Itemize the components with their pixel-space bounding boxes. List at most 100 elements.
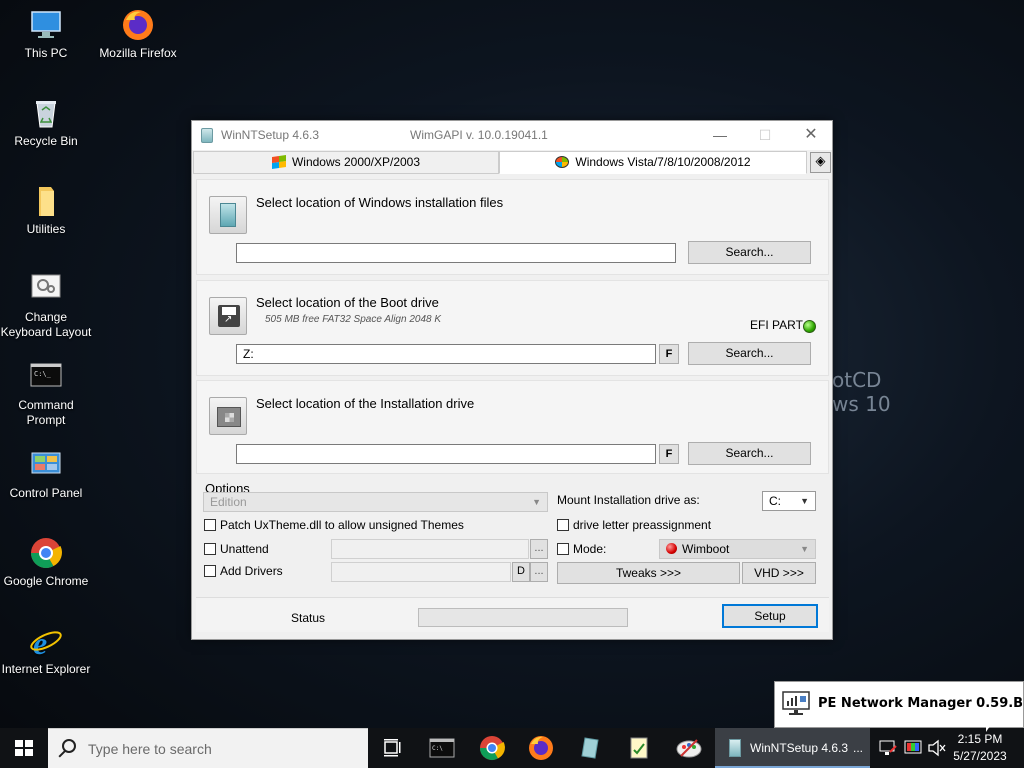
wallpaper-text: otCD ws 10 — [832, 368, 891, 416]
drivers-path-field[interactable] — [331, 562, 511, 582]
taskbar-command-prompt[interactable]: C:\ — [428, 734, 456, 762]
tweaks-button[interactable]: Tweaks >>> — [557, 562, 740, 584]
boot-drive-format-button[interactable]: F — [659, 344, 679, 364]
install-drive-search-button[interactable]: Search... — [688, 442, 811, 465]
taskbar-clock[interactable]: 2:15 PM 5/27/2023 — [944, 731, 1016, 765]
install-drive-input[interactable] — [236, 444, 656, 464]
drivers-d-button[interactable]: D — [512, 562, 530, 582]
maximize-button[interactable]: ☐ — [750, 125, 780, 145]
winntsetup-window: WinNTSetup 4.6.3 WimGAPI v. 10.0.19041.1… — [191, 120, 833, 640]
chevron-down-icon: ▼ — [532, 497, 541, 507]
install-files-search-button[interactable]: Search... — [688, 241, 811, 264]
boot-drive-info: 505 MB free FAT32 Space Align 2048 K — [265, 314, 442, 325]
options-group: Options Edition ▼ Patch UxTheme.dll to a… — [196, 477, 829, 593]
checkbox-box — [557, 519, 569, 531]
desktop-icon-label: Recycle Bin — [14, 134, 78, 148]
desktop-icon-label: This PC — [24, 46, 68, 60]
tray-display[interactable] — [902, 728, 924, 768]
unattend-path-field[interactable] — [331, 539, 529, 559]
status-bar: Status Setup — [196, 597, 829, 632]
task-view-button[interactable] — [378, 734, 406, 762]
desktop-icon-this-pc[interactable]: This PC — [0, 8, 92, 61]
winntsetup-icon — [581, 737, 599, 759]
firefox-icon — [529, 736, 553, 760]
app-icon — [201, 128, 213, 143]
taskbar-paint[interactable] — [675, 734, 703, 762]
svg-text:C:\_: C:\_ — [34, 370, 52, 378]
add-drivers-checkbox[interactable]: Add Drivers — [204, 564, 283, 578]
desktop-icon-label: Change Keyboard Layout — [0, 310, 92, 339]
taskbar-chrome[interactable] — [478, 734, 506, 762]
drive-letter-checkbox[interactable]: drive letter preassignment — [557, 518, 711, 532]
efi-status-led-icon — [803, 320, 816, 333]
drive-tool-button[interactable]: ◈ — [810, 152, 831, 173]
chevron-down-icon: ▼ — [800, 496, 809, 506]
drive-diamond-icon: ◈ — [815, 154, 826, 169]
wallpaper-line: otCD — [832, 368, 882, 392]
drivers-browse-button[interactable]: ... — [530, 562, 548, 582]
desktop-icon-label: Control Panel — [9, 486, 83, 500]
desktop-icon-recycle-bin[interactable]: Recycle Bin — [0, 96, 92, 149]
install-files-label: Select location of Windows installation … — [256, 195, 504, 210]
desktop-icon-control-panel[interactable]: Control Panel — [0, 448, 92, 501]
desktop-icon-command-prompt[interactable]: C:\_ Command Prompt — [0, 360, 92, 428]
taskbar-winntsetup-pinned[interactable] — [576, 734, 604, 762]
tray-volume[interactable] — [926, 728, 946, 768]
progress-bar — [418, 608, 628, 627]
close-button[interactable]: ✕ — [796, 125, 826, 145]
desktop-icon-keyboard-layout[interactable]: Change Keyboard Layout — [0, 272, 92, 340]
boot-drive-search-button[interactable]: Search... — [688, 342, 811, 365]
desktop-icon-label: Command Prompt — [18, 398, 74, 427]
wallpaper-line: ws 10 — [832, 392, 891, 416]
search-placeholder: Type here to search — [88, 741, 212, 757]
boot-drive-label: Select location of the Boot drive — [256, 295, 439, 310]
desktop-icon-firefox[interactable]: Mozilla Firefox — [92, 8, 184, 61]
mount-drive-select[interactable]: C: ▼ — [762, 491, 816, 511]
checkbox-label: Patch UxTheme.dll to allow unsigned Them… — [220, 518, 464, 532]
install-files-input[interactable] — [236, 243, 676, 263]
clock-time: 2:15 PM — [957, 732, 1003, 746]
install-drive-format-button[interactable]: F — [659, 444, 679, 464]
patch-uxtheme-checkbox[interactable]: Patch UxTheme.dll to allow unsigned Them… — [204, 518, 464, 532]
desktop-icon-label: Mozilla Firefox — [99, 46, 177, 60]
taskbar-search-box[interactable]: Type here to search — [48, 728, 368, 768]
install-files-icon — [209, 196, 247, 234]
start-button[interactable] — [0, 728, 48, 768]
boot-drive-input[interactable]: Z: — [236, 344, 656, 364]
taskbar-active-winntsetup[interactable]: WinNTSetup 4.6.3 ... — [715, 728, 870, 768]
clock-date: 5/27/2023 — [953, 749, 1007, 763]
mode-checkbox[interactable]: Mode: — [557, 542, 606, 556]
terminal-icon: C:\_ — [29, 360, 63, 394]
minimize-button[interactable]: — — [705, 125, 735, 145]
taskbar-app-label: WinNTSetup 4.6.3 — [750, 741, 849, 755]
vhd-button[interactable]: VHD >>> — [742, 562, 816, 584]
winntsetup-icon — [729, 739, 741, 757]
install-drive-panel: Select location of the Installation driv… — [196, 380, 829, 474]
desktop-icon-internet-explorer[interactable]: e Internet Explorer — [0, 624, 92, 677]
checkbox-box — [557, 543, 569, 555]
search-icon — [62, 739, 76, 753]
tab-windows-xp[interactable]: Windows 2000/XP/2003 — [193, 151, 499, 174]
unattend-browse-button[interactable]: ... — [530, 539, 548, 559]
edition-select[interactable]: Edition ▼ — [203, 492, 548, 512]
mode-select[interactable]: Wimboot ▼ — [659, 539, 816, 559]
taskbar-notepad[interactable] — [625, 734, 653, 762]
title-bar[interactable]: WinNTSetup 4.6.3 WimGAPI v. 10.0.19041.1… — [192, 121, 832, 150]
mount-drive-value: C: — [769, 494, 781, 508]
install-files-panel: Select location of Windows installation … — [196, 179, 829, 275]
tab-windows-vista[interactable]: Windows Vista/7/8/10/2008/2012 — [499, 151, 807, 174]
desktop-icon-utilities[interactable]: Utilities — [0, 184, 92, 237]
svg-text:C:\: C:\ — [432, 745, 443, 752]
install-drive-label: Select location of the Installation driv… — [256, 396, 475, 411]
taskbar-firefox[interactable] — [527, 734, 555, 762]
network-monitor-icon — [781, 691, 811, 717]
unattend-checkbox[interactable]: Unattend — [204, 542, 269, 556]
desktop-icon-google-chrome[interactable]: Google Chrome — [0, 536, 92, 589]
desktop-icon-label: Internet Explorer — [1, 662, 91, 676]
tray-network-monitor[interactable] — [876, 728, 900, 768]
display-color-icon — [904, 740, 922, 754]
setup-button[interactable]: Setup — [722, 604, 818, 628]
chrome-icon — [29, 536, 63, 570]
computer-icon — [29, 8, 63, 42]
tab-label: Windows Vista/7/8/10/2008/2012 — [575, 155, 751, 169]
